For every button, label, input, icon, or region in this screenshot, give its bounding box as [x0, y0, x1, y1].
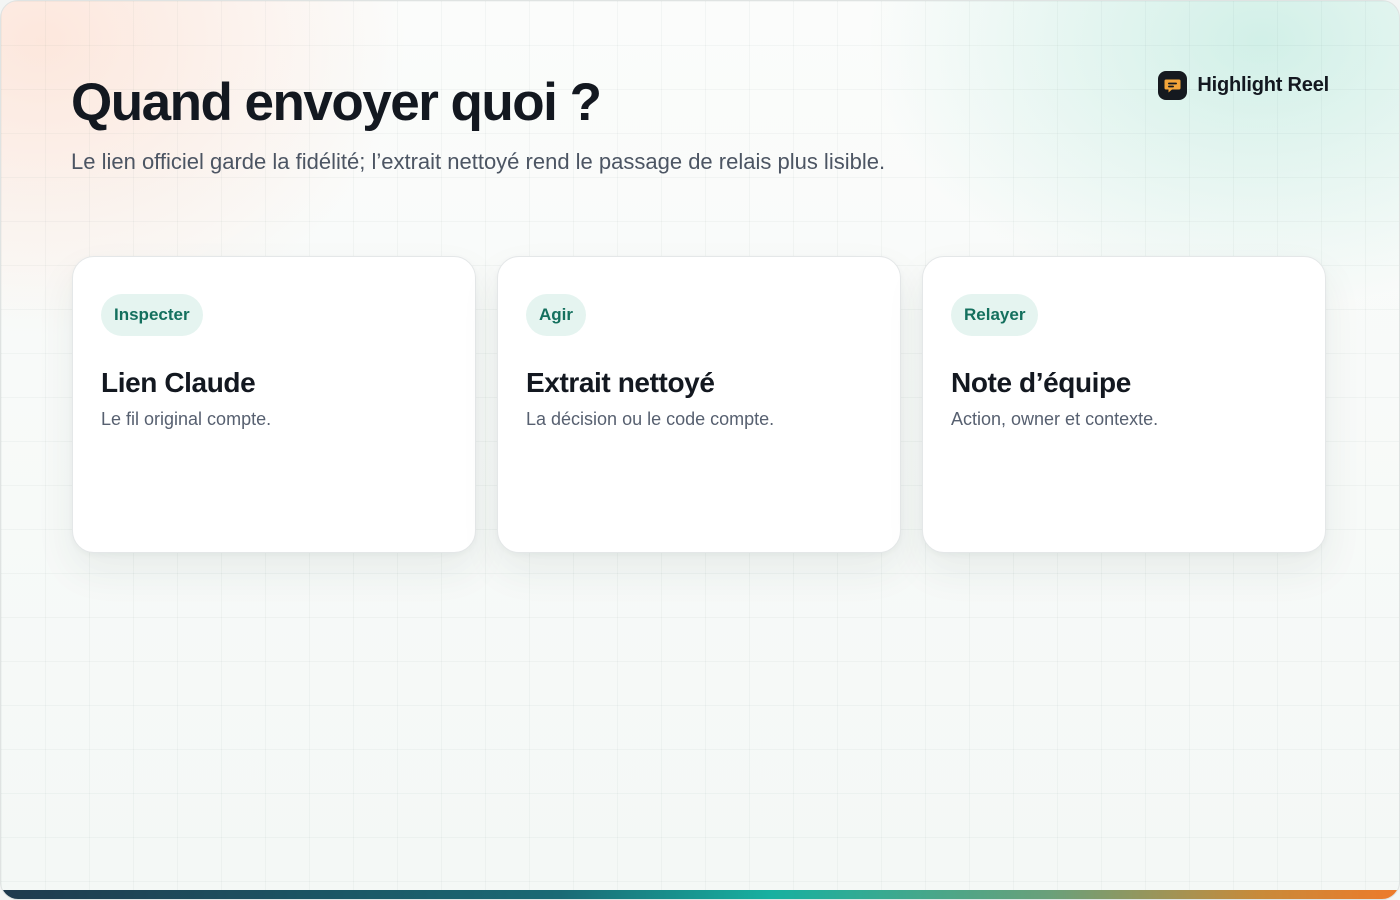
page-subtitle: Le lien officiel garde la fidélité; l’ex…	[71, 149, 886, 174]
brand-name: Highlight Reel	[1197, 74, 1329, 96]
page-title: Quand envoyer quoi ?	[71, 73, 602, 132]
brand-logo: Highlight Reel	[1158, 71, 1329, 100]
slide-frame: Quand envoyer quoi ? Le lien officiel ga…	[0, 0, 1400, 900]
speech-bubble-icon	[1158, 71, 1188, 100]
card-title: Lien Claude	[101, 367, 256, 398]
card-inspecter: Inspecter Lien Claude Le fil original co…	[72, 256, 476, 553]
card-relayer: Relayer Note d’équipe Action, owner et c…	[922, 256, 1326, 553]
card-description: Le fil original compte.	[101, 409, 272, 429]
card-tag: Inspecter	[101, 294, 203, 336]
card-description: Action, owner et contexte.	[951, 409, 1159, 429]
bottom-accent-bar	[1, 890, 1399, 899]
card-title: Extrait nettoyé	[526, 367, 715, 398]
card-list: Inspecter Lien Claude Le fil original co…	[72, 256, 1326, 553]
card-description: La décision ou le code compte.	[526, 409, 775, 429]
card-agir: Agir Extrait nettoyé La décision ou le c…	[497, 256, 901, 553]
card-tag: Agir	[526, 294, 586, 336]
card-tag: Relayer	[951, 294, 1039, 336]
card-title: Note d’équipe	[951, 367, 1131, 398]
